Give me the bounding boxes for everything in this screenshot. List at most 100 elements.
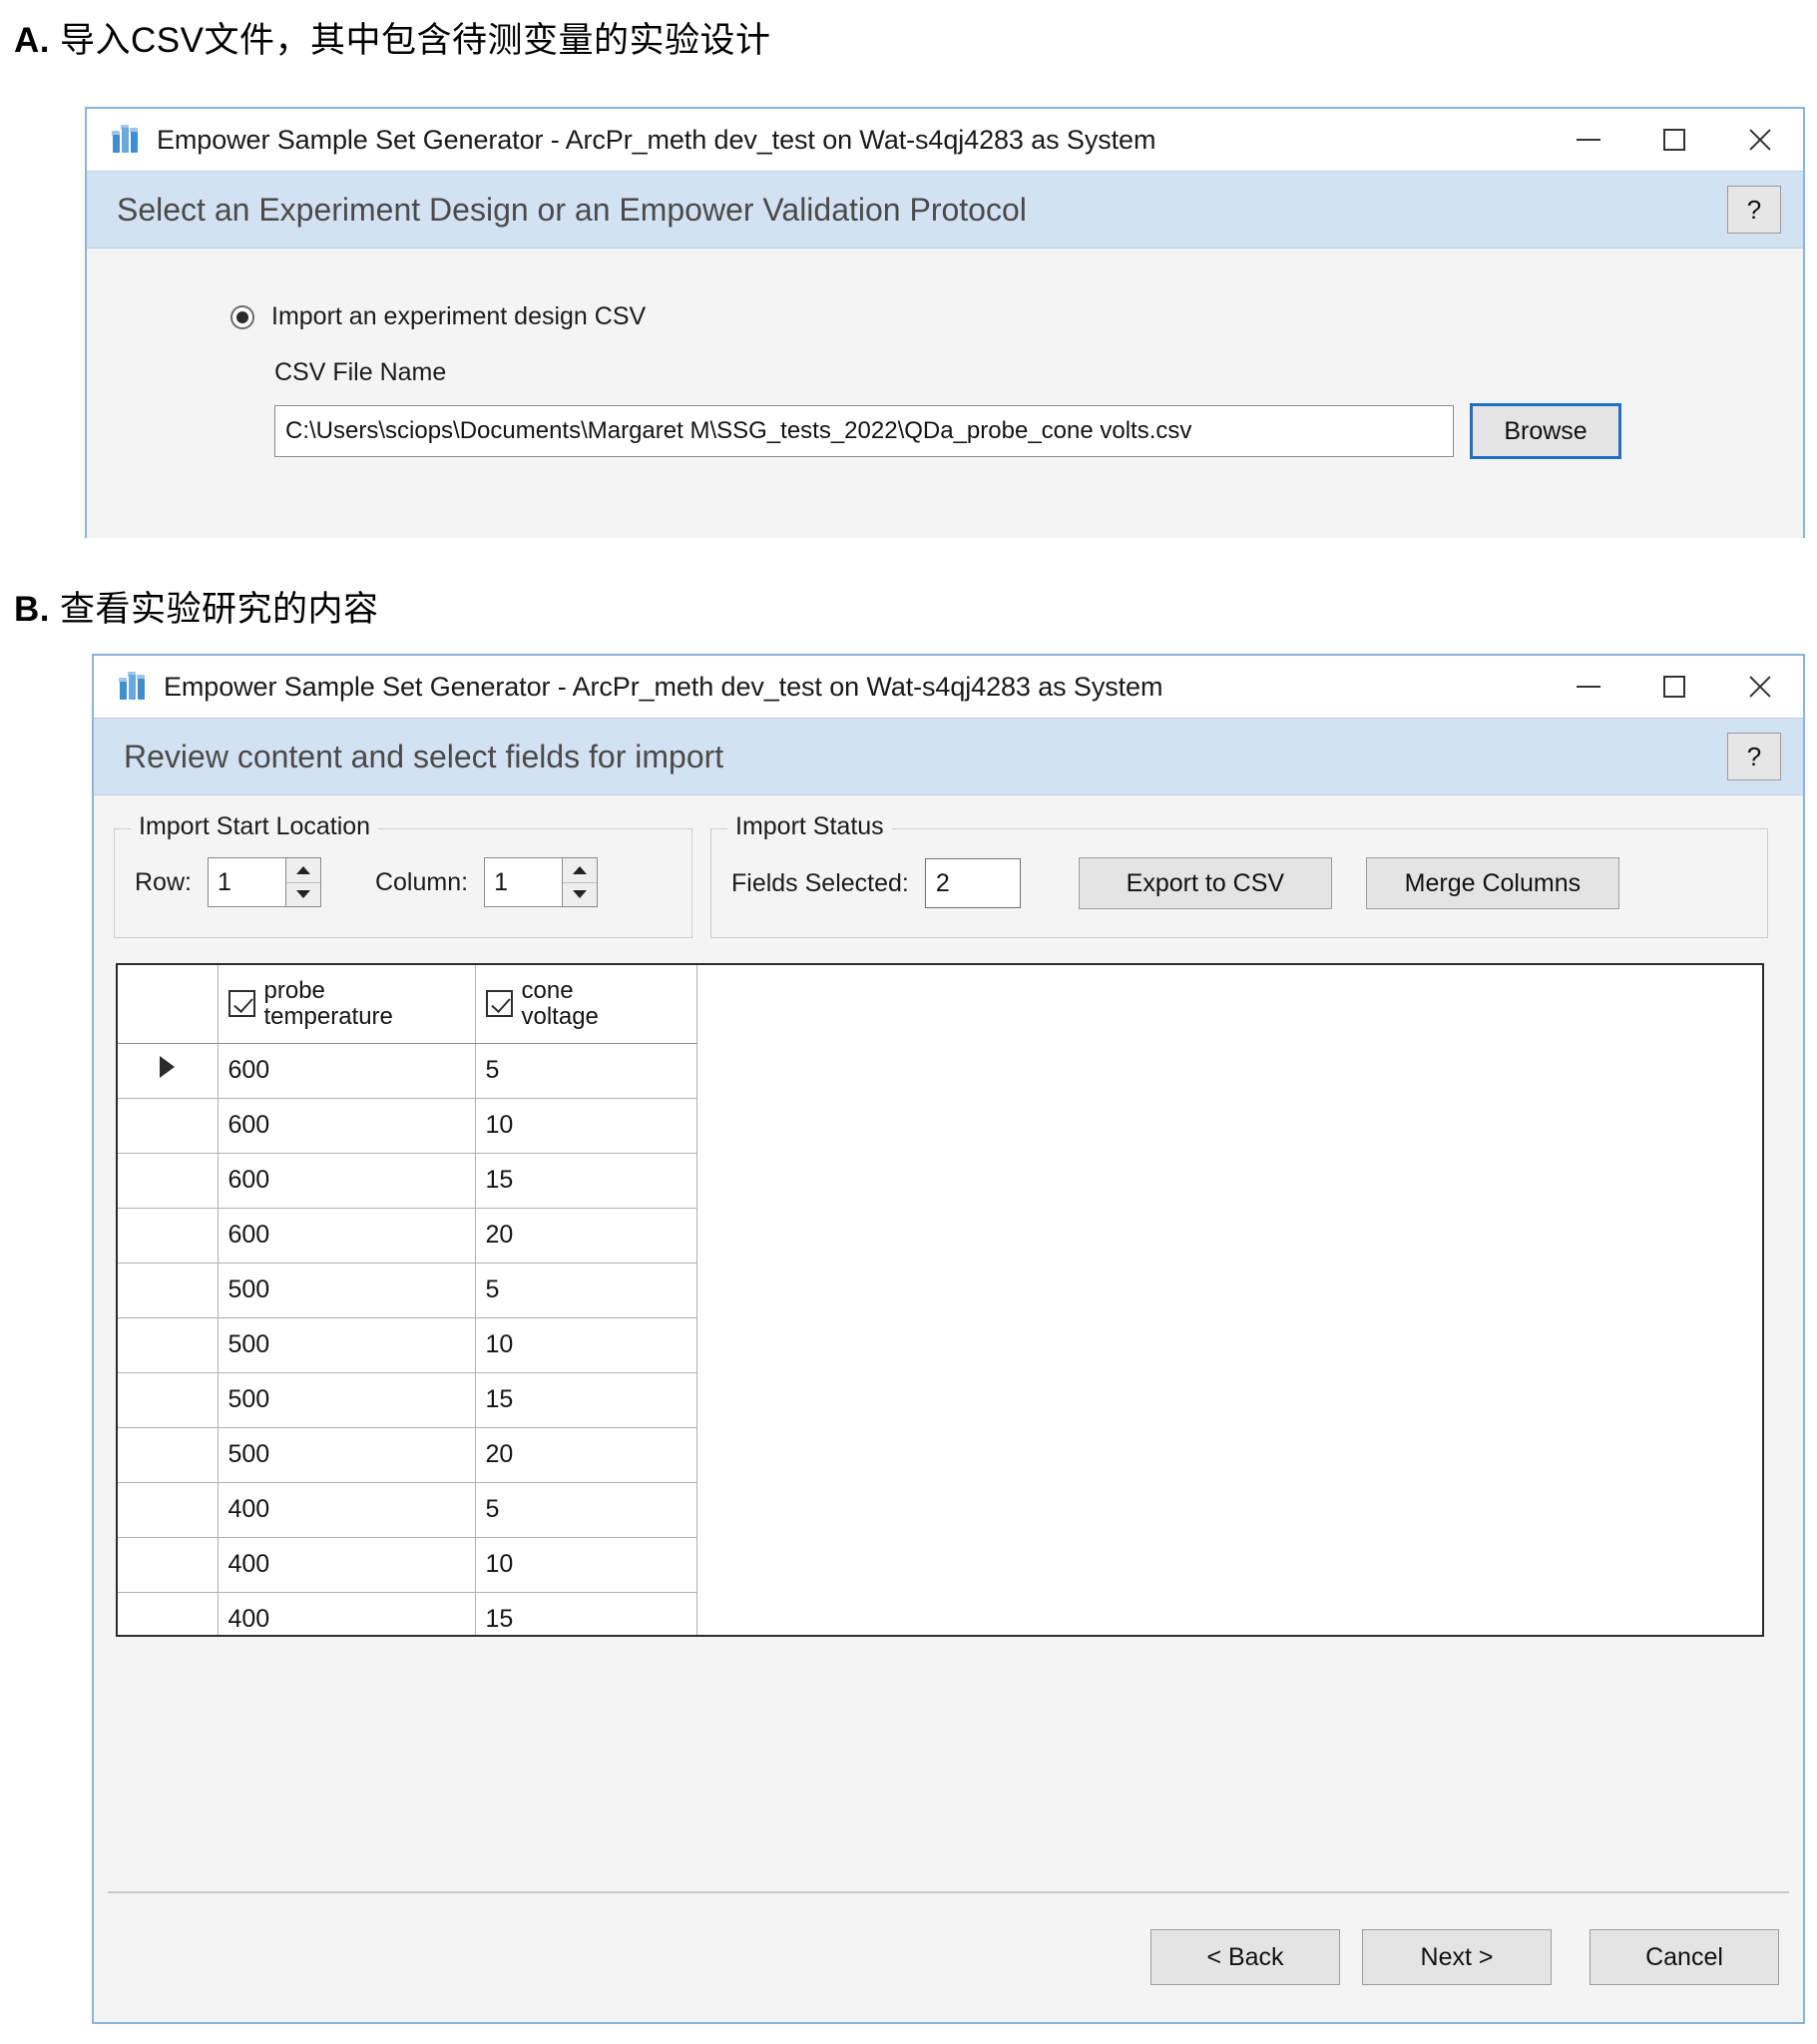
row-indicator[interactable] bbox=[118, 1372, 219, 1428]
window-a-header-text: Select an Experiment Design or an Empowe… bbox=[117, 191, 1027, 228]
import-status-legend: Import Status bbox=[727, 812, 892, 841]
cell-probe-temperature[interactable]: 500 bbox=[218, 1427, 476, 1483]
window-b-header-text: Review content and select fields for imp… bbox=[124, 738, 724, 774]
row-stepper-buttons[interactable] bbox=[284, 858, 320, 907]
row-indicator[interactable] bbox=[118, 1153, 219, 1209]
back-button[interactable]: < Back bbox=[1150, 1929, 1340, 1985]
browse-button[interactable]: Browse bbox=[1470, 403, 1621, 459]
row-stepper-up[interactable] bbox=[285, 858, 320, 883]
cell-cone-voltage[interactable]: 10 bbox=[475, 1317, 697, 1373]
window-import-csv: Empower Sample Set Generator - ArcPr_met… bbox=[85, 107, 1805, 538]
import-start-location-row: Row: 1 Column: 1 bbox=[135, 857, 681, 907]
table-row[interactable]: 600 10 bbox=[118, 1098, 697, 1154]
cell-cone-voltage[interactable]: 10 bbox=[475, 1537, 697, 1593]
row-label: Row: bbox=[135, 867, 192, 896]
table-row[interactable]: 500 5 bbox=[118, 1263, 697, 1318]
row-indicator-header bbox=[118, 965, 219, 1044]
table-row[interactable]: 400 15 bbox=[118, 1592, 697, 1635]
import-csv-radio-row[interactable]: Import an experiment design CSV bbox=[230, 302, 646, 331]
maximize-icon bbox=[1663, 129, 1685, 151]
column-checkbox-probe-temperature[interactable] bbox=[227, 990, 255, 1018]
column-header-cone-voltage[interactable]: cone voltage bbox=[475, 965, 697, 1044]
section-b-caption: B. 查看实验研究的内容 bbox=[14, 581, 379, 632]
cell-probe-temperature[interactable]: 600 bbox=[218, 1098, 476, 1154]
table-row[interactable]: 500 20 bbox=[118, 1427, 697, 1483]
table-row[interactable]: 500 10 bbox=[118, 1317, 697, 1373]
column-header-probe-temperature[interactable]: probe temperature bbox=[218, 965, 476, 1044]
column-header-label: cone voltage bbox=[521, 976, 599, 1030]
row-stepper-value[interactable]: 1 bbox=[209, 858, 285, 906]
cell-probe-temperature[interactable]: 400 bbox=[218, 1537, 476, 1593]
row-stepper-down[interactable] bbox=[286, 883, 320, 907]
cell-probe-temperature[interactable]: 600 bbox=[218, 1153, 476, 1209]
row-indicator[interactable] bbox=[118, 1537, 219, 1593]
footer-divider bbox=[108, 1891, 1789, 1893]
row-indicator[interactable] bbox=[118, 1098, 219, 1154]
table-row[interactable]: 400 5 bbox=[118, 1482, 697, 1538]
cell-cone-voltage[interactable]: 15 bbox=[475, 1372, 697, 1428]
row-indicator[interactable] bbox=[118, 1263, 219, 1318]
vials-icon bbox=[118, 672, 148, 702]
section-b-letter: B. bbox=[14, 590, 50, 629]
cancel-button[interactable]: Cancel bbox=[1590, 1929, 1779, 1985]
import-status-group: Import Status Fields Selected: 2 Export … bbox=[710, 812, 1768, 938]
row-indicator[interactable] bbox=[118, 1043, 219, 1099]
next-button[interactable]: Next > bbox=[1362, 1929, 1552, 1985]
import-data-grid[interactable]: probe temperature cone voltage 600 5 600… bbox=[116, 963, 1764, 1637]
csv-file-name-input[interactable]: C:\Users\sciops\Documents\Margaret M\SSG… bbox=[274, 405, 1454, 457]
close-button[interactable] bbox=[1717, 109, 1803, 171]
cell-cone-voltage[interactable]: 5 bbox=[475, 1263, 697, 1318]
column-checkbox-cone-voltage[interactable] bbox=[485, 990, 513, 1018]
window-b-titlebar: Empower Sample Set Generator - ArcPr_met… bbox=[94, 656, 1803, 718]
column-stepper-value[interactable]: 1 bbox=[485, 858, 562, 906]
vials-icon bbox=[111, 125, 141, 155]
row-indicator[interactable] bbox=[118, 1592, 219, 1635]
help-button[interactable]: ? bbox=[1727, 186, 1781, 234]
cell-probe-temperature[interactable]: 500 bbox=[218, 1372, 476, 1428]
column-stepper-buttons[interactable] bbox=[562, 858, 598, 907]
cell-cone-voltage[interactable]: 20 bbox=[475, 1427, 697, 1483]
export-to-csv-button[interactable]: Export to CSV bbox=[1078, 857, 1332, 909]
cell-probe-temperature[interactable]: 600 bbox=[218, 1043, 476, 1099]
minimize-button[interactable] bbox=[1546, 109, 1631, 171]
row-indicator[interactable] bbox=[118, 1482, 219, 1538]
close-button[interactable] bbox=[1717, 656, 1803, 718]
cell-cone-voltage[interactable]: 15 bbox=[475, 1153, 697, 1209]
column-stepper-down[interactable] bbox=[563, 883, 597, 907]
row-indicator[interactable] bbox=[118, 1317, 219, 1373]
row-stepper[interactable]: 1 bbox=[207, 857, 321, 907]
maximize-button[interactable] bbox=[1631, 656, 1717, 718]
cell-cone-voltage[interactable]: 15 bbox=[475, 1592, 697, 1635]
table-header-row: probe temperature cone voltage bbox=[118, 965, 697, 1044]
window-b-header-band: Review content and select fields for imp… bbox=[94, 718, 1803, 795]
radio-import-csv[interactable] bbox=[230, 304, 254, 329]
cell-probe-temperature[interactable]: 500 bbox=[218, 1263, 476, 1318]
chevron-up-icon bbox=[295, 865, 310, 874]
table-row[interactable]: 500 15 bbox=[118, 1372, 697, 1428]
cell-probe-temperature[interactable]: 600 bbox=[218, 1208, 476, 1264]
cell-probe-temperature[interactable]: 500 bbox=[218, 1317, 476, 1373]
table-row[interactable]: 600 20 bbox=[118, 1208, 697, 1264]
row-indicator[interactable] bbox=[118, 1208, 219, 1264]
window-a-titlebar: Empower Sample Set Generator - ArcPr_met… bbox=[87, 109, 1803, 171]
table-row[interactable]: 600 15 bbox=[118, 1153, 697, 1209]
table-body: 600 5 600 10 600 15 600 20 500 5 500 10 … bbox=[118, 1043, 697, 1635]
cell-probe-temperature[interactable]: 400 bbox=[218, 1592, 476, 1635]
table-row[interactable]: 600 5 bbox=[118, 1043, 697, 1099]
merge-columns-button[interactable]: Merge Columns bbox=[1365, 857, 1619, 909]
minimize-button[interactable] bbox=[1546, 656, 1631, 718]
window-a-title: Empower Sample Set Generator - ArcPr_met… bbox=[157, 124, 1156, 155]
cell-cone-voltage[interactable]: 10 bbox=[475, 1098, 697, 1154]
column-stepper-up[interactable] bbox=[563, 858, 598, 883]
cell-cone-voltage[interactable]: 20 bbox=[475, 1208, 697, 1264]
cell-cone-voltage[interactable]: 5 bbox=[475, 1482, 697, 1538]
row-indicator[interactable] bbox=[118, 1427, 219, 1483]
column-header-label: probe temperature bbox=[263, 976, 393, 1030]
column-stepper[interactable]: 1 bbox=[484, 857, 599, 907]
maximize-button[interactable] bbox=[1631, 109, 1717, 171]
table-header: probe temperature cone voltage bbox=[118, 965, 697, 1044]
table-row[interactable]: 400 10 bbox=[118, 1537, 697, 1593]
cell-cone-voltage[interactable]: 5 bbox=[475, 1043, 697, 1099]
cell-probe-temperature[interactable]: 400 bbox=[218, 1482, 476, 1538]
help-button[interactable]: ? bbox=[1727, 733, 1781, 780]
